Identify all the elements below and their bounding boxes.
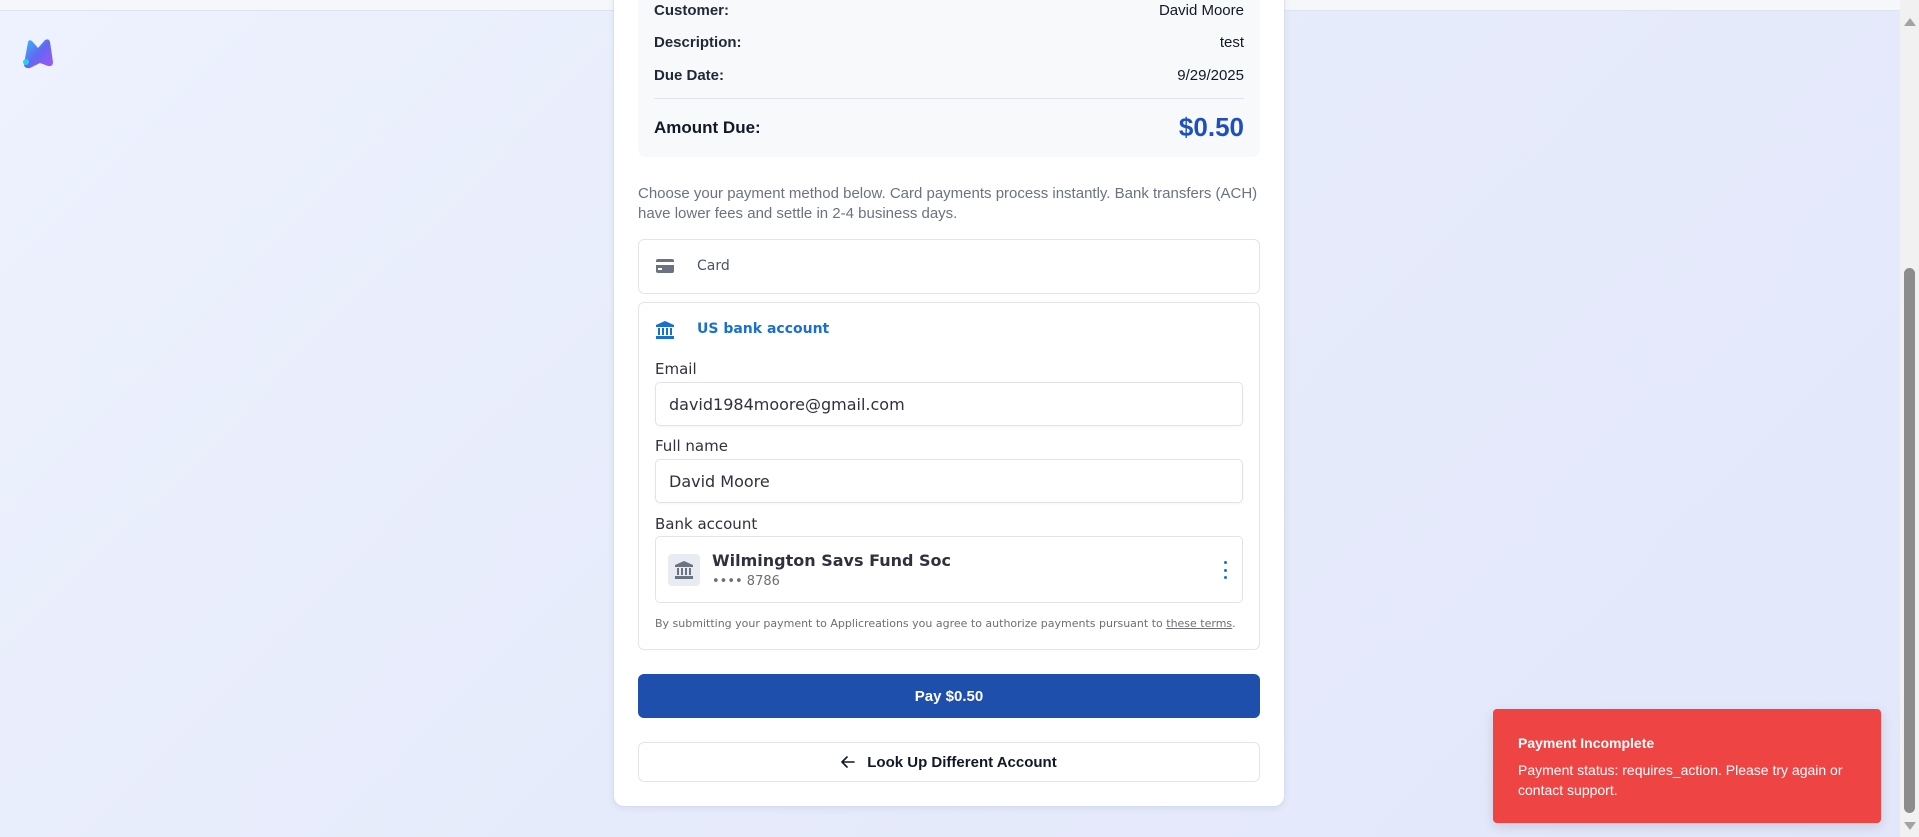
credit-card-icon <box>656 259 674 273</box>
arrow-left-icon <box>841 756 856 768</box>
terms-prefix: By submitting your payment to Applicreat… <box>655 617 1163 630</box>
email-field[interactable]: david1984moore@gmail.com <box>655 382 1243 426</box>
more-vertical-icon[interactable] <box>1222 561 1228 579</box>
customer-value: David Moore <box>1158 2 1244 19</box>
scrollbar-thumb[interactable] <box>1904 268 1915 813</box>
bank-account-label: Bank account <box>655 515 758 533</box>
due-date-row: Due Date: 9/29/2025 <box>654 67 1244 84</box>
payment-method-card[interactable]: Card <box>638 239 1260 294</box>
scroll-up-icon[interactable] <box>1904 18 1916 26</box>
bank-name: Wilmington Savs Fund Soc <box>712 551 951 570</box>
pay-button[interactable]: Pay $0.50 <box>638 674 1260 718</box>
toast-message: Payment status: requires_action. Please … <box>1518 762 1843 798</box>
lookup-different-account-button[interactable]: Look Up Different Account <box>638 742 1260 782</box>
payment-method-bank-label: US bank account <box>697 321 830 337</box>
description-value: test <box>1219 34 1244 51</box>
bank-account-icon <box>668 554 700 586</box>
app-logo[interactable] <box>20 36 56 72</box>
payment-method-card-label: Card <box>697 258 730 274</box>
bank-account-selector[interactable]: Wilmington Savs Fund Soc •••• 8786 <box>655 536 1243 603</box>
email-label: Email <box>655 360 697 378</box>
terms-suffix: . <box>1232 617 1236 630</box>
amount-due-row: Amount Due: $0.50 <box>654 112 1244 143</box>
summary-divider <box>654 98 1244 99</box>
customer-row: Customer: David Moore <box>654 2 1244 19</box>
lookup-button-label: Look Up Different Account <box>867 753 1057 771</box>
due-date-label: Due Date: <box>654 67 725 84</box>
bank-icon <box>656 321 674 339</box>
terms-text: By submitting your payment to Applicreat… <box>655 617 1236 630</box>
amount-due-label: Amount Due: <box>654 117 761 137</box>
scrollbar[interactable] <box>1900 0 1919 837</box>
toast-title: Payment Incomplete <box>1518 735 1655 751</box>
description-row: Description: test <box>654 34 1244 51</box>
full-name-field[interactable]: David Moore <box>655 459 1243 503</box>
bank-account-number: •••• 8786 <box>712 574 780 589</box>
payment-intro-text: Choose your payment method below. Card p… <box>638 185 1258 222</box>
amount-due-value: $0.50 <box>1178 112 1244 142</box>
full-name-label: Full name <box>655 437 728 455</box>
customer-label: Customer: <box>654 2 730 19</box>
terms-link[interactable]: these terms <box>1166 617 1232 630</box>
due-date-value: 9/29/2025 <box>1177 67 1244 84</box>
error-toast[interactable]: Payment Incomplete Payment status: requi… <box>1493 709 1881 823</box>
scroll-down-icon[interactable] <box>1904 822 1916 830</box>
description-label: Description: <box>654 34 742 51</box>
